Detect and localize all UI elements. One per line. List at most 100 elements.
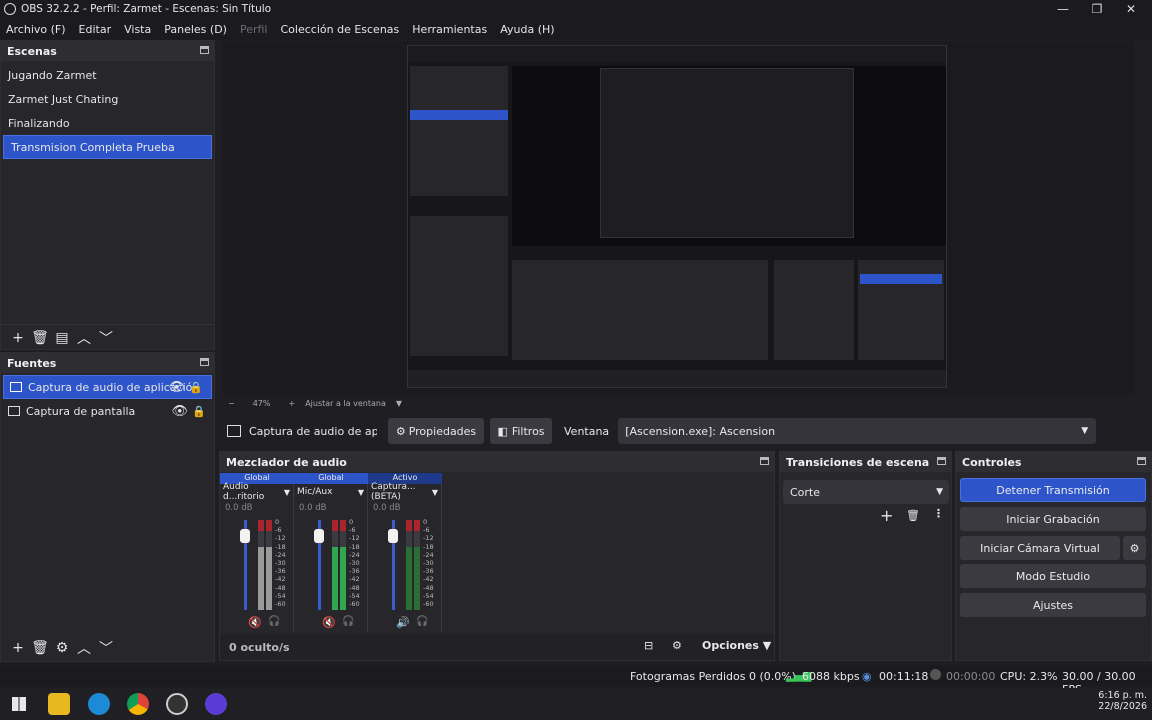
- transition-select[interactable]: Corte ▼: [783, 480, 949, 504]
- muted-speaker-icon[interactable]: 🔇: [248, 616, 262, 629]
- eye-icon[interactable]: 👁: [168, 380, 185, 395]
- filters-label: Filtros: [511, 424, 545, 438]
- zoom-out-icon[interactable]: −: [228, 399, 235, 408]
- zoom-in-icon[interactable]: +: [288, 399, 295, 408]
- file-explorer-icon[interactable]: [48, 693, 70, 715]
- eye-icon[interactable]: 👁: [171, 404, 188, 419]
- menu-vista[interactable]: Vista: [124, 23, 151, 36]
- obs-logo-icon: [4, 3, 16, 15]
- undock-icon[interactable]: [1137, 457, 1146, 465]
- meter-scale-label: -24: [423, 550, 434, 559]
- undock-icon[interactable]: [937, 457, 946, 465]
- meter-scale-label: -48: [423, 583, 434, 592]
- obs-taskbar-icon[interactable]: [166, 693, 188, 715]
- edge-icon[interactable]: [88, 693, 110, 715]
- meter-scale-label: -24: [349, 550, 360, 559]
- lock-icon[interactable]: 🔒: [189, 381, 203, 394]
- gear-icon[interactable]: ⚙: [51, 638, 73, 658]
- volume-slider-handle[interactable]: [240, 529, 250, 543]
- headphones-icon[interactable]: 🎧: [268, 616, 280, 627]
- clock: 6:16 p. m. 22/8/2026: [1097, 690, 1147, 712]
- filter-icon[interactable]: ▤: [51, 328, 73, 348]
- properties-label: Propiedades: [408, 424, 477, 438]
- menu-herramientas[interactable]: Herramientas: [412, 23, 487, 36]
- start-virtual-camera-button[interactable]: Iniciar Cámara Virtual: [960, 536, 1120, 560]
- windows-start-icon[interactable]: [12, 697, 26, 711]
- chevron-down-icon[interactable]: ▼: [396, 399, 402, 408]
- trash-icon[interactable]: 🗑: [906, 509, 920, 522]
- scene-item[interactable]: Zarmet Just Chating: [1, 87, 214, 111]
- headphones-icon[interactable]: 🎧: [342, 616, 354, 627]
- channel-divider: [293, 484, 294, 632]
- meter-scale-label: 0: [349, 518, 354, 526]
- channel-name-row[interactable]: Mic/Aux ▼: [294, 484, 368, 500]
- meter-scale-label: -30: [349, 559, 360, 567]
- close-button[interactable]: ✕: [1114, 0, 1148, 18]
- menu-ayuda[interactable]: Ayuda (H): [500, 23, 554, 36]
- gear-icon: ⚙: [395, 424, 406, 438]
- meter-scale-label: -36: [423, 567, 434, 576]
- undock-icon[interactable]: [200, 46, 209, 54]
- move-up-icon[interactable]: ︿: [73, 328, 95, 348]
- menu-perfil[interactable]: Perfil: [240, 23, 268, 36]
- meter-scale-label: -54: [275, 591, 286, 600]
- scene-item[interactable]: Jugando Zarmet: [1, 63, 214, 87]
- menu-coleccion-escenas[interactable]: Colección de Escenas: [281, 23, 400, 36]
- stop-streaming-button[interactable]: Detener Transmisión: [960, 478, 1146, 502]
- chevron-down-icon: ▼: [936, 487, 943, 497]
- lock-icon[interactable]: 🔒: [192, 405, 206, 418]
- add-icon[interactable]: +: [7, 638, 29, 658]
- trash-icon[interactable]: 🗑: [29, 328, 51, 348]
- headphones-icon[interactable]: 🎧: [416, 616, 428, 627]
- scene-item[interactable]: Finalizando: [1, 111, 214, 135]
- trash-icon[interactable]: 🗑: [29, 638, 51, 658]
- channel-name-row[interactable]: Captura... (BETA) ▼: [368, 482, 442, 502]
- window-select[interactable]: [Ascension.exe]: Ascension ▼: [618, 418, 1097, 444]
- scene-item-selected[interactable]: Transmision Completa Prueba: [3, 135, 212, 159]
- speaker-icon[interactable]: 🔊: [396, 616, 410, 629]
- fit-window-label[interactable]: Ajustar a la ventana: [305, 399, 386, 408]
- layout-icon[interactable]: ⊟: [644, 639, 653, 652]
- restore-button[interactable]: ❐: [1080, 0, 1114, 18]
- window-select-value: [Ascension.exe]: Ascension: [625, 424, 776, 438]
- mixer-footer: 0 oculto/s ⊟ ⚙ Opciones ▼: [220, 634, 774, 660]
- move-down-icon[interactable]: ﹀: [95, 638, 117, 658]
- source-toolbar: Captura de audio de aplicac ⚙Propiedades…: [218, 415, 1134, 447]
- meter-scale-label: -12: [275, 534, 286, 543]
- meter-scale-label: -18: [423, 542, 434, 551]
- move-up-icon[interactable]: ︿: [73, 638, 95, 658]
- dropped-frames: Fotogramas Perdidos 0 (0.0%): [630, 670, 796, 683]
- menu-editar[interactable]: Editar: [79, 23, 112, 36]
- muted-speaker-icon[interactable]: 🔇: [322, 616, 336, 629]
- add-icon[interactable]: +: [880, 506, 893, 525]
- channel-name-row[interactable]: Audio d...ritorio ▼: [220, 482, 294, 502]
- volume-slider-handle[interactable]: [314, 529, 324, 543]
- advanced-audio-icon[interactable]: ⚙: [672, 639, 682, 652]
- virtual-camera-settings-icon[interactable]: ⚙: [1123, 536, 1146, 560]
- move-down-icon[interactable]: ﹀: [95, 328, 117, 348]
- add-icon[interactable]: +: [7, 328, 29, 348]
- app-taskbar-icon[interactable]: [205, 693, 227, 715]
- chrome-icon[interactable]: [127, 693, 149, 715]
- undock-icon[interactable]: [760, 457, 769, 465]
- scenes-title: Escenas: [7, 44, 57, 58]
- monitor-icon: [8, 406, 20, 416]
- start-recording-button[interactable]: Iniciar Grabación: [960, 507, 1146, 531]
- meter-scale-label: -54: [349, 591, 360, 600]
- meter-scale-label: -42: [423, 575, 434, 584]
- volume-slider-handle[interactable]: [388, 529, 398, 543]
- title-bar: OBS 32.2.2 - Perfil: Zarmet - Escenas: S…: [0, 0, 1152, 18]
- studio-mode-button[interactable]: Modo Estudio: [960, 564, 1146, 588]
- properties-button[interactable]: ⚙ Propiedades: [388, 418, 484, 444]
- minimize-button[interactable]: —: [1046, 0, 1080, 18]
- filters-button[interactable]: ◧ Filtros: [490, 418, 552, 444]
- menu-paneles[interactable]: Paneles (D): [164, 23, 227, 36]
- meter-scale-label: 0: [423, 518, 428, 526]
- source-item-selected[interactable]: Captura de audio de aplicació 👁 🔒: [3, 375, 212, 399]
- more-options-icon[interactable]: ⋮: [933, 507, 944, 520]
- menu-archivo[interactable]: Archivo (F): [6, 23, 66, 36]
- settings-button[interactable]: Ajustes: [960, 593, 1146, 617]
- options-button[interactable]: Opciones ▼: [702, 639, 771, 652]
- undock-icon[interactable]: [200, 358, 209, 366]
- source-item[interactable]: Captura de pantalla 👁 🔒: [1, 399, 214, 423]
